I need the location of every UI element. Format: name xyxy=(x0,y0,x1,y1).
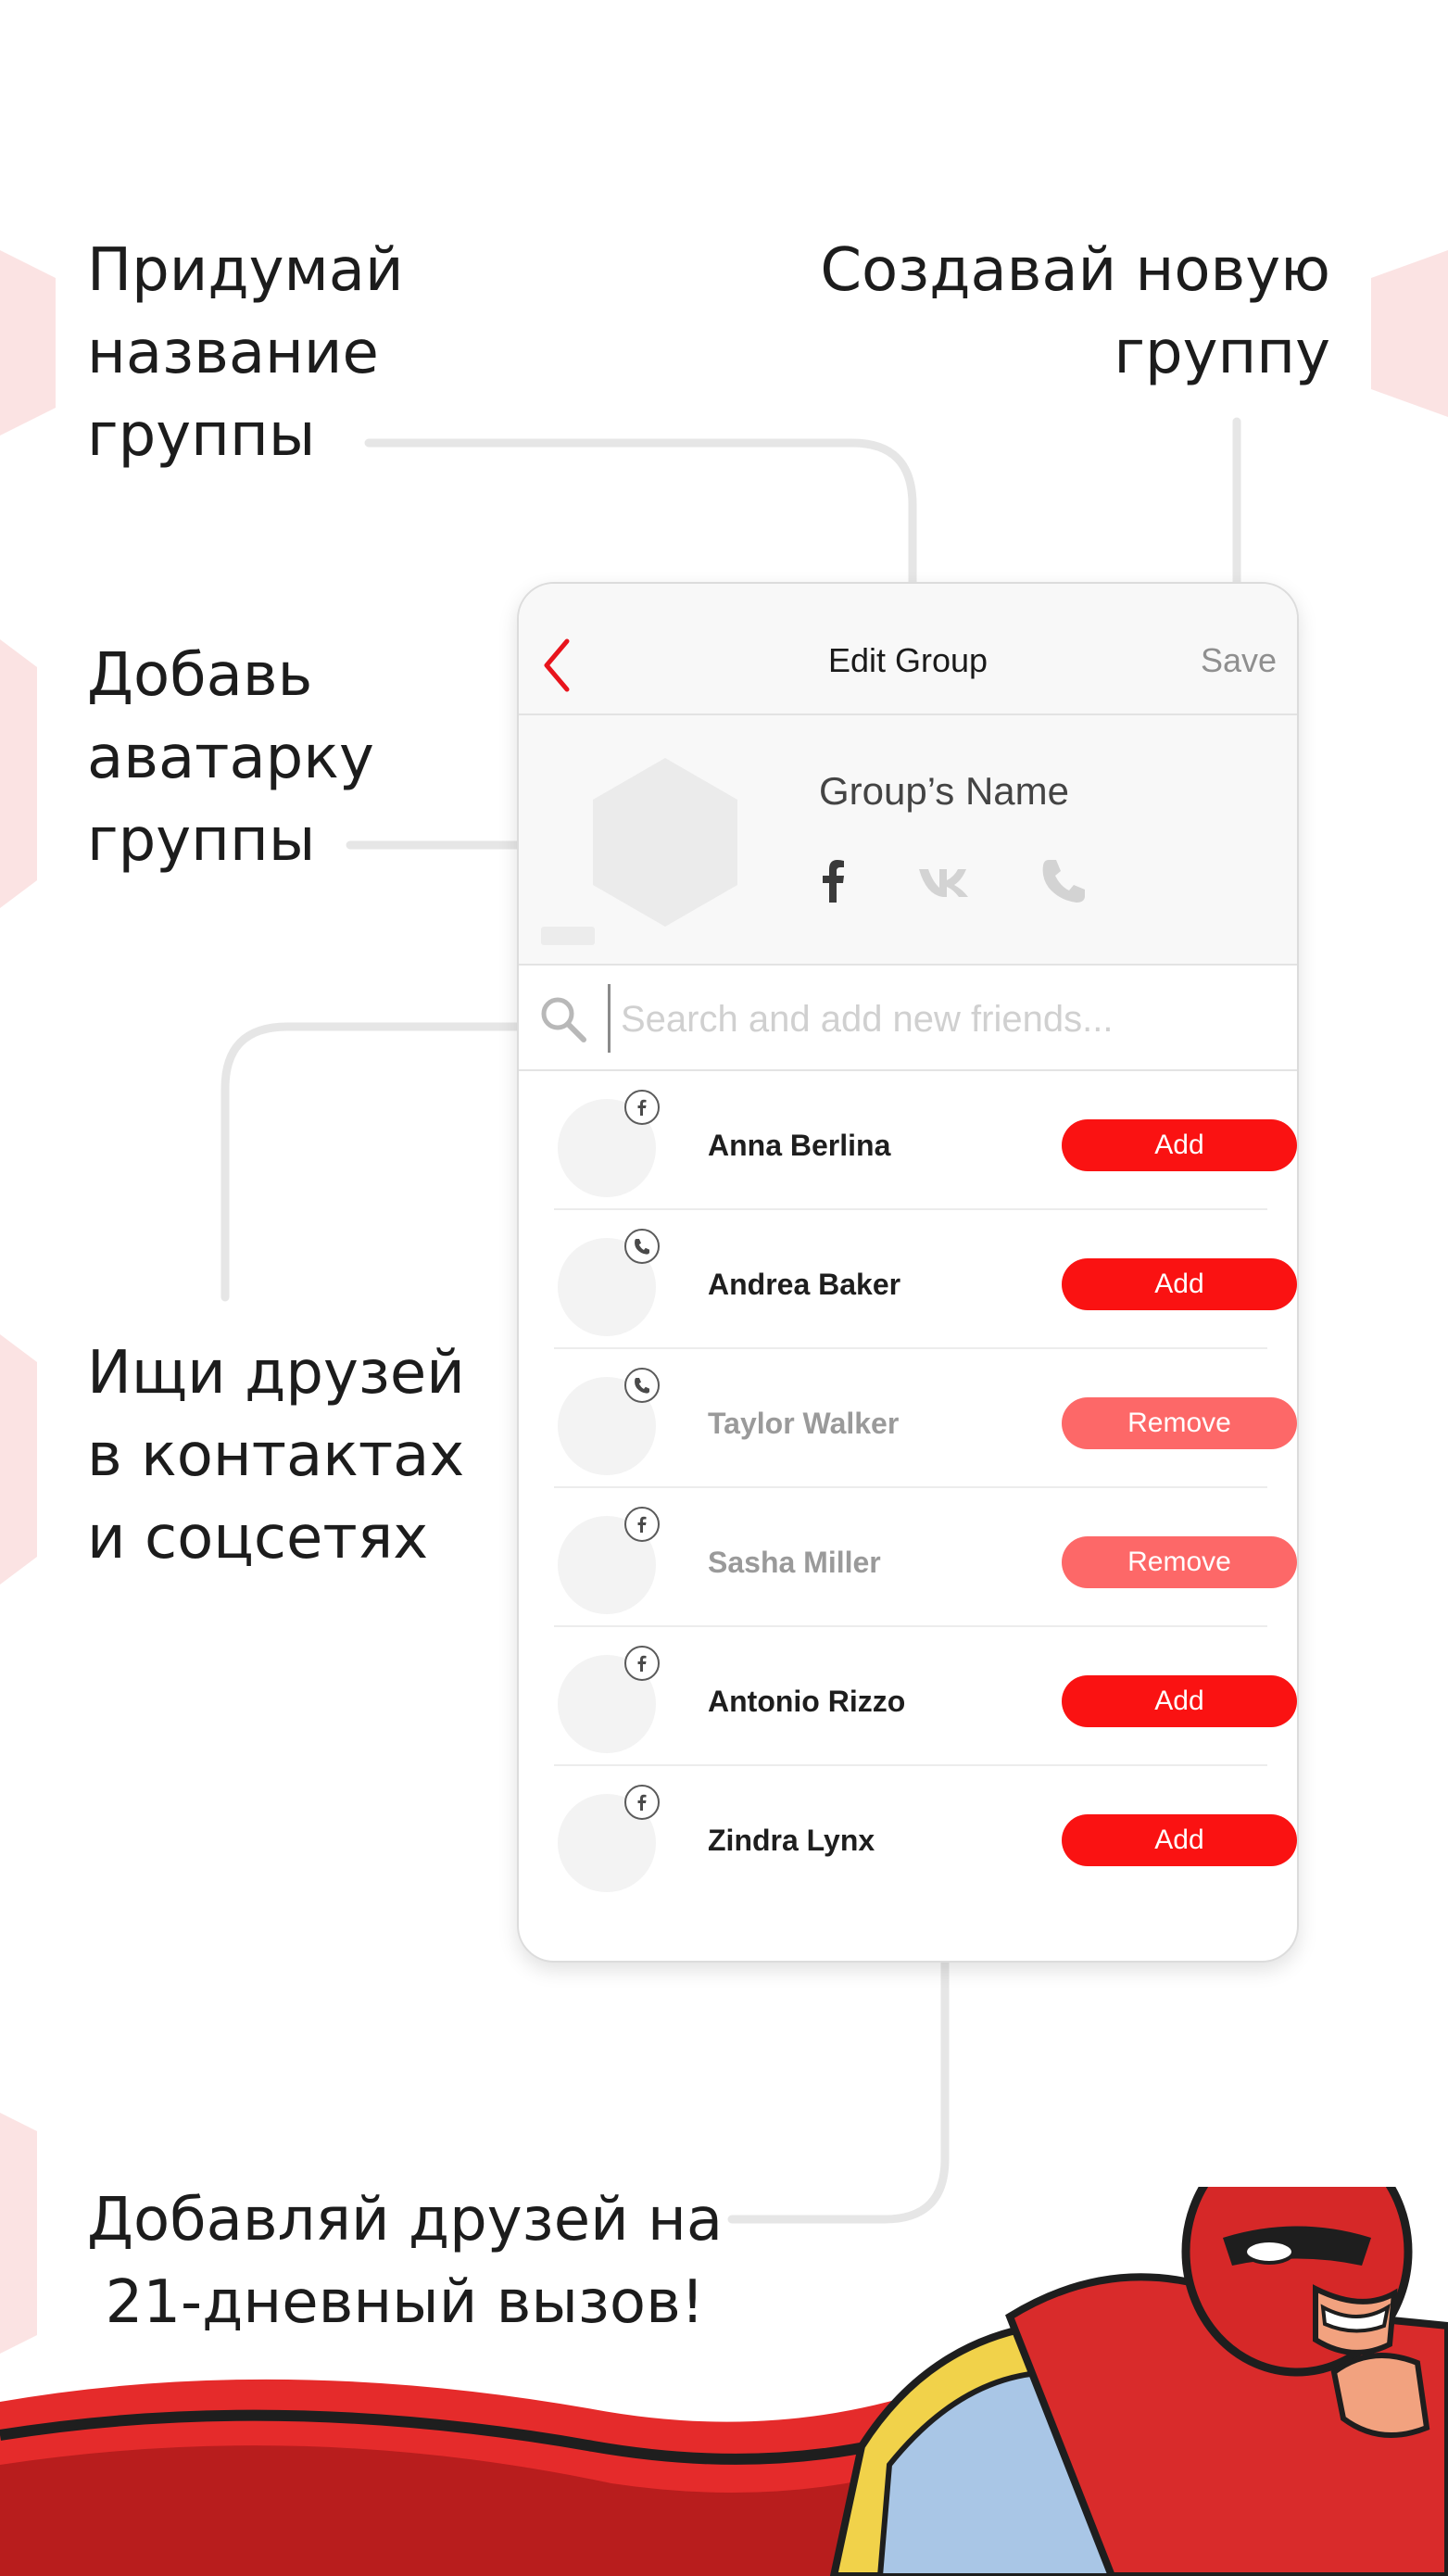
avatar-caption-bar xyxy=(541,927,595,945)
remove-button[interactable]: Remove xyxy=(1062,1397,1297,1449)
search-input[interactable] xyxy=(619,984,1271,1054)
phone-icon xyxy=(624,1368,660,1403)
friend-row: Sasha Miller Remove xyxy=(554,1488,1297,1627)
friend-name: Zindra Lynx xyxy=(708,1824,875,1857)
caption-add-avatar: Добавь аватарку группы xyxy=(87,641,374,875)
friend-row: Taylor Walker Remove xyxy=(554,1349,1297,1488)
friend-row: Zindra Lynx Add xyxy=(554,1766,1297,1903)
friend-name: Anna Berlina xyxy=(708,1129,891,1162)
text-cursor xyxy=(608,984,611,1053)
caption-search-friends: Ищи друзей в контактах и соцсетях xyxy=(87,1339,465,1572)
facebook-icon xyxy=(624,1646,660,1681)
friend-row: Anna Berlina Add xyxy=(554,1071,1297,1210)
group-name-field[interactable]: Group’s Name xyxy=(819,769,1069,814)
phone-icon xyxy=(624,1229,660,1264)
facebook-icon[interactable] xyxy=(806,852,862,908)
search-icon xyxy=(541,997,586,1042)
page-title: Edit Group xyxy=(827,641,988,679)
vk-icon[interactable] xyxy=(915,852,971,908)
phone-mockup: Edit Group Save Group’s Name Anna Berlin… xyxy=(517,582,1299,1963)
friend-name: Taylor Walker xyxy=(708,1407,900,1440)
group-header: Group’s Name xyxy=(519,715,1297,966)
add-button[interactable]: Add xyxy=(1062,1814,1297,1866)
friend-name: Andrea Baker xyxy=(708,1268,901,1301)
add-button[interactable]: Add xyxy=(1062,1258,1297,1310)
hexagon-avatar-icon[interactable] xyxy=(587,754,743,930)
add-button[interactable]: Add xyxy=(1062,1119,1297,1171)
facebook-icon xyxy=(624,1090,660,1125)
search-bar xyxy=(519,966,1297,1071)
save-button[interactable]: Save xyxy=(1201,641,1277,680)
phone-icon[interactable] xyxy=(1036,852,1091,908)
superhero-mascot-illustration xyxy=(0,2187,1448,2576)
facebook-icon xyxy=(624,1507,660,1542)
add-button[interactable]: Add xyxy=(1062,1675,1297,1727)
friend-name: Sasha Miller xyxy=(708,1546,881,1579)
remove-button[interactable]: Remove xyxy=(1062,1536,1297,1588)
facebook-icon xyxy=(624,1785,660,1820)
friend-row: Antonio Rizzo Add xyxy=(554,1627,1297,1766)
caption-create-group: Создавай новую группу xyxy=(820,236,1330,387)
friend-name: Antonio Rizzo xyxy=(708,1685,906,1718)
caption-name-group: Придумай название группы xyxy=(87,236,404,470)
friend-row: Andrea Baker Add xyxy=(554,1210,1297,1349)
navigation-bar: Edit Group Save xyxy=(519,584,1297,715)
